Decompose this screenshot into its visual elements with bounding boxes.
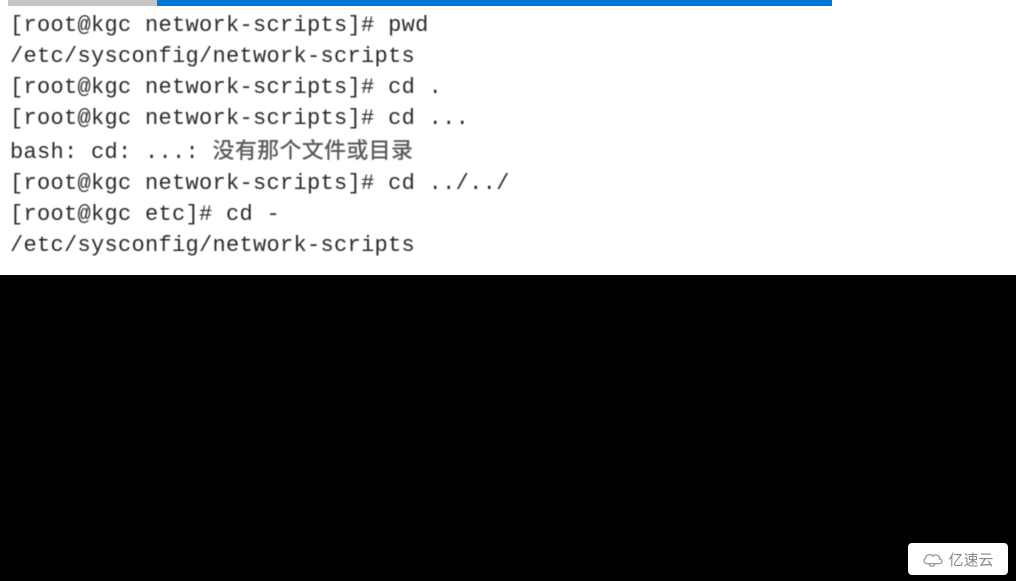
terminal-line: [root@kgc etc]# cd -: [10, 199, 830, 230]
terminal-line: [root@kgc network-scripts]# pwd: [10, 10, 830, 41]
shell-error-message: 没有那个文件或目录: [213, 133, 414, 165]
terminal-line: /etc/sysconfig/network-scripts: [10, 41, 830, 72]
title-bar-inactive-segment: [8, 0, 158, 6]
terminal-output[interactable]: [root@kgc network-scripts]# pwd /etc/sys…: [10, 10, 830, 261]
terminal-line: [root@kgc network-scripts]# cd ../../: [10, 168, 830, 199]
shell-command: pwd: [388, 13, 429, 38]
watermark-text: 亿速云: [948, 549, 993, 570]
cropped-black-region: [0, 275, 1016, 581]
shell-prompt: [root@kgc network-scripts]#: [10, 13, 388, 38]
shell-prompt: [root@kgc network-scripts]#: [10, 171, 388, 196]
shell-command: cd -: [226, 202, 280, 227]
watermark-badge: 亿速云: [908, 543, 1008, 575]
shell-command: cd .: [388, 75, 442, 100]
shell-command: cd ../../: [388, 171, 510, 196]
shell-prompt: [root@kgc network-scripts]#: [10, 75, 388, 100]
terminal-line: bash: cd: ...: 没有那个文件或目录: [10, 134, 830, 168]
window-title-bar: [0, 0, 832, 6]
shell-command: cd ...: [388, 106, 469, 131]
shell-prompt: [root@kgc network-scripts]#: [10, 106, 388, 131]
shell-prompt: [root@kgc etc]#: [10, 202, 226, 227]
terminal-line: /etc/sysconfig/network-scripts: [10, 230, 830, 261]
shell-output: /etc/sysconfig/network-scripts: [10, 44, 415, 69]
shell-output: /etc/sysconfig/network-scripts: [10, 233, 415, 258]
terminal-line: [root@kgc network-scripts]# cd ...: [10, 103, 830, 134]
terminal-line: [root@kgc network-scripts]# cd .: [10, 72, 830, 103]
cloud-icon: [922, 550, 944, 568]
title-bar-active-segment: [157, 0, 832, 6]
shell-error-prefix: bash: cd: ...:: [10, 140, 213, 165]
